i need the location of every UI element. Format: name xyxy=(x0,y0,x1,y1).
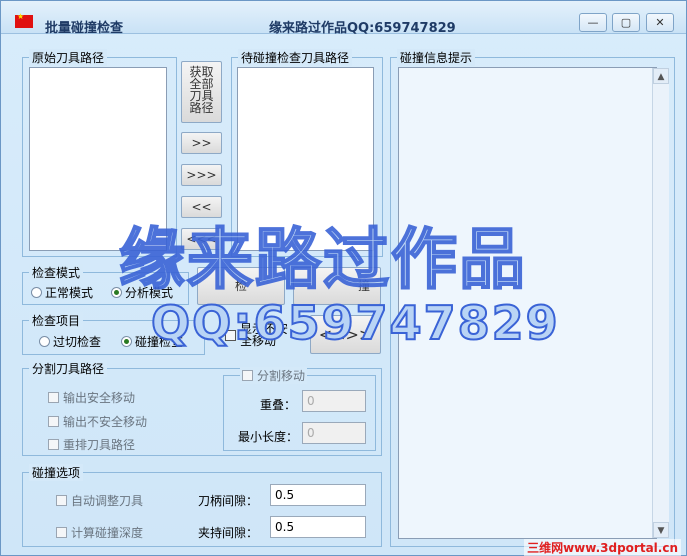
output-safe-checkbox[interactable]: 输出安全移动 xyxy=(48,389,135,406)
collision-info-legend: 碰撞信息提示 xyxy=(397,49,476,66)
checkbox-icon xyxy=(56,495,67,506)
shank-clearance-label: 刀柄间隙： xyxy=(198,494,259,508)
source-paths-legend: 原始刀具路径 xyxy=(29,49,108,66)
checkbox-icon xyxy=(48,439,59,450)
overlap-label: 重叠： xyxy=(260,398,297,412)
add-one-button[interactable]: >> xyxy=(181,132,222,154)
auto-adjust-tool-checkbox[interactable]: 自动调整刀具 xyxy=(56,492,143,509)
overlap-input[interactable]: 0 xyxy=(302,390,366,412)
restore-button[interactable]: ▢ xyxy=(612,13,640,32)
split-paths-group: 分割刀具路径 输出安全移动 输出不安全移动 重排刀具路径 分割移动 重叠： 0 … xyxy=(22,360,382,456)
min-length-input[interactable]: 0 xyxy=(302,422,366,444)
holder-clearance-input[interactable]: 0.5 xyxy=(270,516,366,538)
checkbox-icon xyxy=(48,392,59,403)
shank-clearance-input[interactable]: 0.5 xyxy=(270,484,366,506)
radio-icon xyxy=(31,287,42,298)
china-flag-icon xyxy=(15,12,33,28)
calc-depth-label: 计算碰撞深度 xyxy=(71,526,144,540)
split-move-checkbox[interactable]: 分割移动 xyxy=(240,367,308,384)
close-button[interactable]: ✕ xyxy=(646,13,674,32)
minimize-button[interactable]: — xyxy=(579,13,607,32)
split-paths-legend: 分割刀具路径 xyxy=(29,360,108,377)
overlay-qq-text: QQ:659747829 xyxy=(150,295,560,351)
scroll-down-icon[interactable]: ▼ xyxy=(653,522,669,538)
overcut-check-label: 过切检查 xyxy=(53,335,102,349)
calc-depth-checkbox[interactable]: 计算碰撞深度 xyxy=(56,524,143,541)
scroll-up-icon[interactable]: ▲ xyxy=(653,68,669,84)
output-unsafe-label: 输出不安全移动 xyxy=(63,415,148,429)
normal-mode-label: 正常模式 xyxy=(45,286,94,300)
collision-options-legend: 碰撞选项 xyxy=(29,464,84,481)
reorder-paths-label: 重排刀具路径 xyxy=(63,438,136,452)
checkbox-icon xyxy=(48,416,59,427)
check-mode-legend: 检查模式 xyxy=(29,264,84,281)
normal-mode-radio[interactable]: 正常模式 xyxy=(31,284,93,301)
split-move-group: 分割移动 重叠： 0 最小长度： 0 xyxy=(223,367,376,451)
radio-selected-icon xyxy=(121,336,132,347)
window-title: 批量碰撞检查 xyxy=(45,21,124,36)
min-length-label: 最小长度： xyxy=(238,430,299,444)
overcut-check-radio[interactable]: 过切检查 xyxy=(39,333,101,350)
get-all-paths-button[interactable]: 获取全部刀具路径 xyxy=(181,61,222,123)
split-move-label: 分割移动 xyxy=(257,369,306,383)
title-bar[interactable]: 批量碰撞检查 缘来路过作品QQ:659747829 — ▢ ✕ xyxy=(1,1,686,36)
auto-adjust-tool-label: 自动调整刀具 xyxy=(71,494,144,508)
author-text: 缘来路过作品QQ:659747829 xyxy=(269,21,456,36)
batch-collision-check-window: 批量碰撞检查 缘来路过作品QQ:659747829 — ▢ ✕ 原始刀具路径 获… xyxy=(0,0,687,556)
add-all-button[interactable]: >>> xyxy=(181,164,222,186)
checkbox-icon xyxy=(56,527,67,538)
collision-options-group: 碰撞选项 自动调整刀具 计算碰撞深度 刀柄间隙： 0.5 夹持间隙： 0.5 xyxy=(22,464,382,547)
overlay-author-text: 缘来路过作品 xyxy=(118,220,527,299)
output-unsafe-checkbox[interactable]: 输出不安全移动 xyxy=(48,413,147,430)
radio-icon xyxy=(39,336,50,347)
target-paths-legend: 待碰撞检查刀具路径 xyxy=(238,49,353,66)
info-scrollbar[interactable]: ▲ ▼ xyxy=(652,68,669,538)
site-watermark: 三维网www.3dportal.cn xyxy=(524,539,681,556)
holder-clearance-label: 夹持间隙： xyxy=(198,526,259,540)
output-safe-label: 输出安全移动 xyxy=(63,391,136,405)
check-item-legend: 检查项目 xyxy=(29,312,84,329)
reorder-paths-checkbox[interactable]: 重排刀具路径 xyxy=(48,436,135,453)
checkbox-icon xyxy=(242,370,253,381)
